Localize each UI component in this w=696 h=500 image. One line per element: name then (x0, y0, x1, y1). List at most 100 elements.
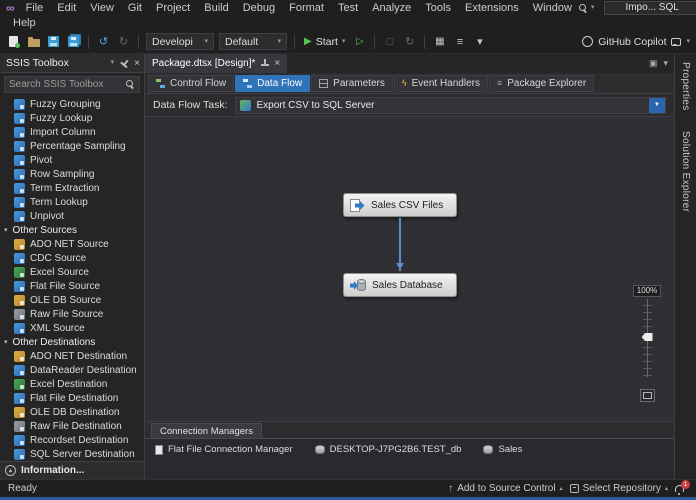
toolbox-item[interactable]: Percentage Sampling (0, 139, 144, 153)
xml-source-icon (14, 322, 25, 334)
toolbar-overflow-chevron[interactable]: ▾ (472, 34, 487, 50)
toolbox-item[interactable]: SQL Server Destination (0, 447, 144, 461)
titlebar-search-button[interactable]: ▾ (578, 0, 594, 16)
menu-help[interactable]: Help (6, 15, 43, 31)
restart-button[interactable]: ↻ (402, 34, 417, 50)
data-flow-task-dropdown[interactable]: Export CSV to SQL Server ▼ (234, 96, 666, 114)
menu-window[interactable]: Window (526, 0, 579, 16)
toolbox-item-label: Excel Destination (30, 378, 108, 390)
toolbox-item[interactable]: XML Source (0, 321, 144, 335)
toolbox-item[interactable]: OLE DB Destination (0, 405, 144, 419)
toolbox-item[interactable]: Fuzzy Grouping (0, 97, 144, 111)
save-all-icon (68, 36, 79, 47)
connection-managers-tab[interactable]: Connection Managers (151, 423, 262, 438)
toolbox-item[interactable]: CDC Source (0, 251, 144, 265)
save-all-button[interactable] (66, 34, 81, 50)
toolbox-close-button[interactable]: × (134, 58, 140, 69)
window-position-chevron-icon[interactable]: ▾ (111, 55, 115, 71)
sidebar-tab-properties[interactable]: Properties (680, 62, 691, 111)
data-flow-design-surface[interactable]: Sales CSV Files Sales Database 100% (145, 117, 674, 422)
tab-package-explorer[interactable]: ≡ Package Explorer (488, 74, 595, 92)
toolbox-search-input[interactable] (9, 79, 122, 90)
toolbox-item[interactable]: Flat File Destination (0, 391, 144, 405)
start-debug-button[interactable]: ▶ Start ▾ (302, 34, 347, 50)
toolbox-section-other-destinations[interactable]: ▾ Other Destinations (0, 335, 144, 349)
start-label: Start (315, 35, 338, 48)
menu-format[interactable]: Format (282, 0, 331, 16)
menu-project[interactable]: Project (149, 0, 197, 16)
menu-tools[interactable]: Tools (418, 0, 458, 16)
toolbox-item[interactable]: Fuzzy Lookup (0, 111, 144, 125)
node-sales-database[interactable]: Sales Database (343, 273, 457, 297)
toolbox-item[interactable]: Raw File Source (0, 307, 144, 321)
start-without-debugging-button[interactable]: ▷ (352, 34, 367, 50)
toolbox-item[interactable]: Row Sampling (0, 167, 144, 181)
pin-button[interactable] (118, 55, 130, 71)
open-folder-button[interactable] (26, 34, 41, 50)
redo-button[interactable]: ↻ (116, 34, 131, 50)
menu-analyze[interactable]: Analyze (365, 0, 418, 16)
toolbox-item[interactable]: Flat File Source (0, 279, 144, 293)
toolbox-item[interactable]: Excel Destination (0, 377, 144, 391)
tab-data-flow[interactable]: Data Flow (235, 74, 311, 92)
dropdown-arrow-button[interactable]: ▼ (649, 97, 665, 113)
zoom-slider[interactable] (641, 299, 653, 377)
toolbox-item[interactable]: ADO NET Source (0, 237, 144, 251)
undo-button[interactable]: ↺ (96, 34, 111, 50)
connection-oledb-testdb[interactable]: DESKTOP-J7PG2B6.TEST_db (314, 444, 461, 455)
toolbox-item[interactable]: Raw File Destination (0, 419, 144, 433)
toolbox-item[interactable]: Excel Source (0, 265, 144, 279)
connection-flat-file[interactable]: Flat File Connection Manager (155, 444, 293, 455)
excel-source-icon (14, 266, 25, 278)
tab-parameters[interactable]: Parameters (311, 74, 393, 92)
select-repository-button[interactable]: Select Repository ▴ (569, 483, 668, 494)
add-to-source-control-button[interactable]: ↑ Add to Source Control ▴ (448, 483, 562, 494)
toolbox-item[interactable]: Pivot (0, 153, 144, 167)
titlebar: ∞ File Edit View Git Project Build Debug… (0, 0, 696, 16)
menu-git[interactable]: Git (121, 0, 149, 16)
tab-list-chevron-icon[interactable]: ▾ (663, 58, 668, 69)
menu-file[interactable]: File (19, 0, 51, 16)
notifications-button[interactable]: 1 (675, 479, 690, 495)
toolbox-item[interactable]: Term Lookup (0, 195, 144, 209)
tab-control-flow[interactable]: Control Flow (148, 74, 235, 92)
toolbox-item[interactable]: Import Column (0, 125, 144, 139)
start-play-icon: ▶ (304, 36, 312, 47)
menu-debug[interactable]: Debug (236, 0, 282, 16)
new-file-button[interactable] (6, 34, 21, 50)
menu-test[interactable]: Test (331, 0, 365, 16)
save-button[interactable] (46, 34, 61, 50)
data-flow-icon (243, 78, 253, 88)
break-all-button[interactable]: □ (382, 34, 397, 50)
toolbox-item[interactable]: Recordset Destination (0, 433, 144, 447)
toolbox-information-bar[interactable]: ▴ Information... (0, 461, 144, 479)
toolbox-section-other-sources[interactable]: ▾ Other Sources (0, 223, 144, 237)
solution-configuration-dropdown[interactable]: Developi ▾ (146, 33, 214, 50)
zoom-slider-thumb[interactable] (641, 333, 653, 341)
preview-icon[interactable]: ▣ (649, 58, 658, 69)
toolbox-item[interactable]: DataReader Destination (0, 363, 144, 377)
toolbox-item[interactable]: Term Extraction (0, 181, 144, 195)
menu-extensions[interactable]: Extensions (458, 0, 526, 16)
find-in-files-button[interactable]: ▦ (432, 34, 447, 50)
sidebar-tab-solution-explorer[interactable]: Solution Explorer (680, 131, 691, 212)
node-sales-csv-files[interactable]: Sales CSV Files (343, 193, 457, 217)
tab-event-handlers[interactable]: ϟ Event Handlers (393, 74, 488, 92)
connection-sales[interactable]: Sales (483, 444, 522, 455)
list-button[interactable]: ≡ (452, 34, 467, 50)
toolbox-item[interactable]: Unpivot (0, 209, 144, 223)
toolbox-item[interactable]: OLE DB Source (0, 293, 144, 307)
tab-close-button[interactable]: × (274, 58, 280, 69)
document-tab-package[interactable]: Package.dtsx [Design]* × (145, 54, 288, 73)
menu-view[interactable]: View (83, 0, 121, 16)
datareader-destination-icon (14, 364, 25, 376)
repo-icon (569, 484, 579, 493)
menu-edit[interactable]: Edit (50, 0, 83, 16)
solution-platform-dropdown[interactable]: Default ▾ (219, 33, 287, 50)
toolbox-item[interactable]: ADO NET Destination (0, 349, 144, 363)
zoom-to-fit-button[interactable] (639, 389, 655, 402)
github-copilot-button[interactable]: GitHub Copilot ▾ (582, 34, 690, 50)
data-flow-path-arrow[interactable] (396, 218, 404, 271)
menu-build[interactable]: Build (197, 0, 235, 16)
pin-icon[interactable] (260, 59, 270, 68)
